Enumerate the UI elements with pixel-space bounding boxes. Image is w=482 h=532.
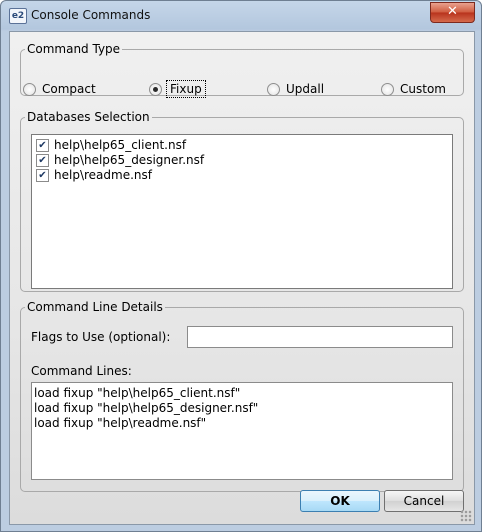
- radio-compact-label: Compact: [42, 82, 96, 96]
- radio-fixup-label: Fixup: [166, 80, 206, 98]
- radio-custom-label: Custom: [400, 82, 446, 96]
- resize-grip-icon[interactable]: [460, 510, 472, 522]
- radio-updall[interactable]: Updall: [267, 82, 324, 96]
- command-line: load fixup "help\help65_client.nsf": [34, 386, 241, 400]
- databases-selection-legend: Databases Selection: [27, 110, 150, 124]
- database-item-label: help\help65_designer.nsf: [54, 153, 205, 167]
- ok-button[interactable]: OK: [300, 490, 380, 512]
- database-item-label: help\help65_client.nsf: [54, 138, 187, 152]
- flags-label: Flags to Use (optional):: [31, 330, 171, 344]
- radio-updall-label: Updall: [286, 82, 325, 96]
- database-item[interactable]: ✔ help\help65_designer.nsf: [36, 153, 204, 167]
- cancel-button[interactable]: Cancel: [384, 490, 464, 512]
- command-type-group: Command Type Compact Fixup Updall Custom: [20, 42, 464, 98]
- close-button[interactable]: ✕: [430, 2, 475, 23]
- checkbox-checked-icon[interactable]: ✔: [36, 168, 49, 182]
- app-icon: e2: [9, 8, 27, 24]
- database-list[interactable]: ✔ help\help65_client.nsf ✔ help\help65_d…: [31, 134, 453, 289]
- window-title: Console Commands: [31, 8, 151, 22]
- radio-fixup-indicator: [149, 82, 162, 96]
- radio-custom-indicator: [381, 82, 394, 96]
- database-item[interactable]: ✔ help\readme.nsf: [36, 168, 152, 182]
- radio-fixup[interactable]: Fixup: [149, 80, 206, 98]
- database-item-label: help\readme.nsf: [54, 168, 152, 182]
- command-line: load fixup "help\readme.nsf": [34, 416, 207, 430]
- radio-custom[interactable]: Custom: [381, 82, 446, 96]
- database-item[interactable]: ✔ help\help65_client.nsf: [36, 138, 186, 152]
- command-lines-label: Command Lines:: [31, 364, 132, 378]
- checkbox-checked-icon[interactable]: ✔: [36, 138, 49, 152]
- radio-updall-indicator: [267, 82, 280, 96]
- command-line-details-legend: Command Line Details: [27, 300, 163, 314]
- dialog-body: Command Type Compact Fixup Updall Custom…: [9, 31, 475, 525]
- command-lines-textarea[interactable]: load fixup "help\help65_client.nsf" load…: [31, 382, 453, 480]
- checkbox-checked-icon[interactable]: ✔: [36, 153, 49, 167]
- command-type-legend: Command Type: [27, 42, 121, 56]
- title-bar[interactable]: e2 Console Commands ✕: [1, 1, 481, 31]
- databases-selection-group: Databases Selection ✔ help\help65_client…: [20, 110, 464, 292]
- command-line: load fixup "help\help65_designer.nsf": [34, 401, 259, 415]
- console-commands-window: e2 Console Commands ✕ Command Type Compa…: [0, 0, 482, 532]
- radio-compact[interactable]: Compact: [23, 82, 96, 96]
- flags-input[interactable]: [187, 326, 453, 348]
- command-line-details-group: Command Line Details Flags to Use (optio…: [20, 300, 464, 492]
- radio-compact-indicator: [23, 82, 36, 96]
